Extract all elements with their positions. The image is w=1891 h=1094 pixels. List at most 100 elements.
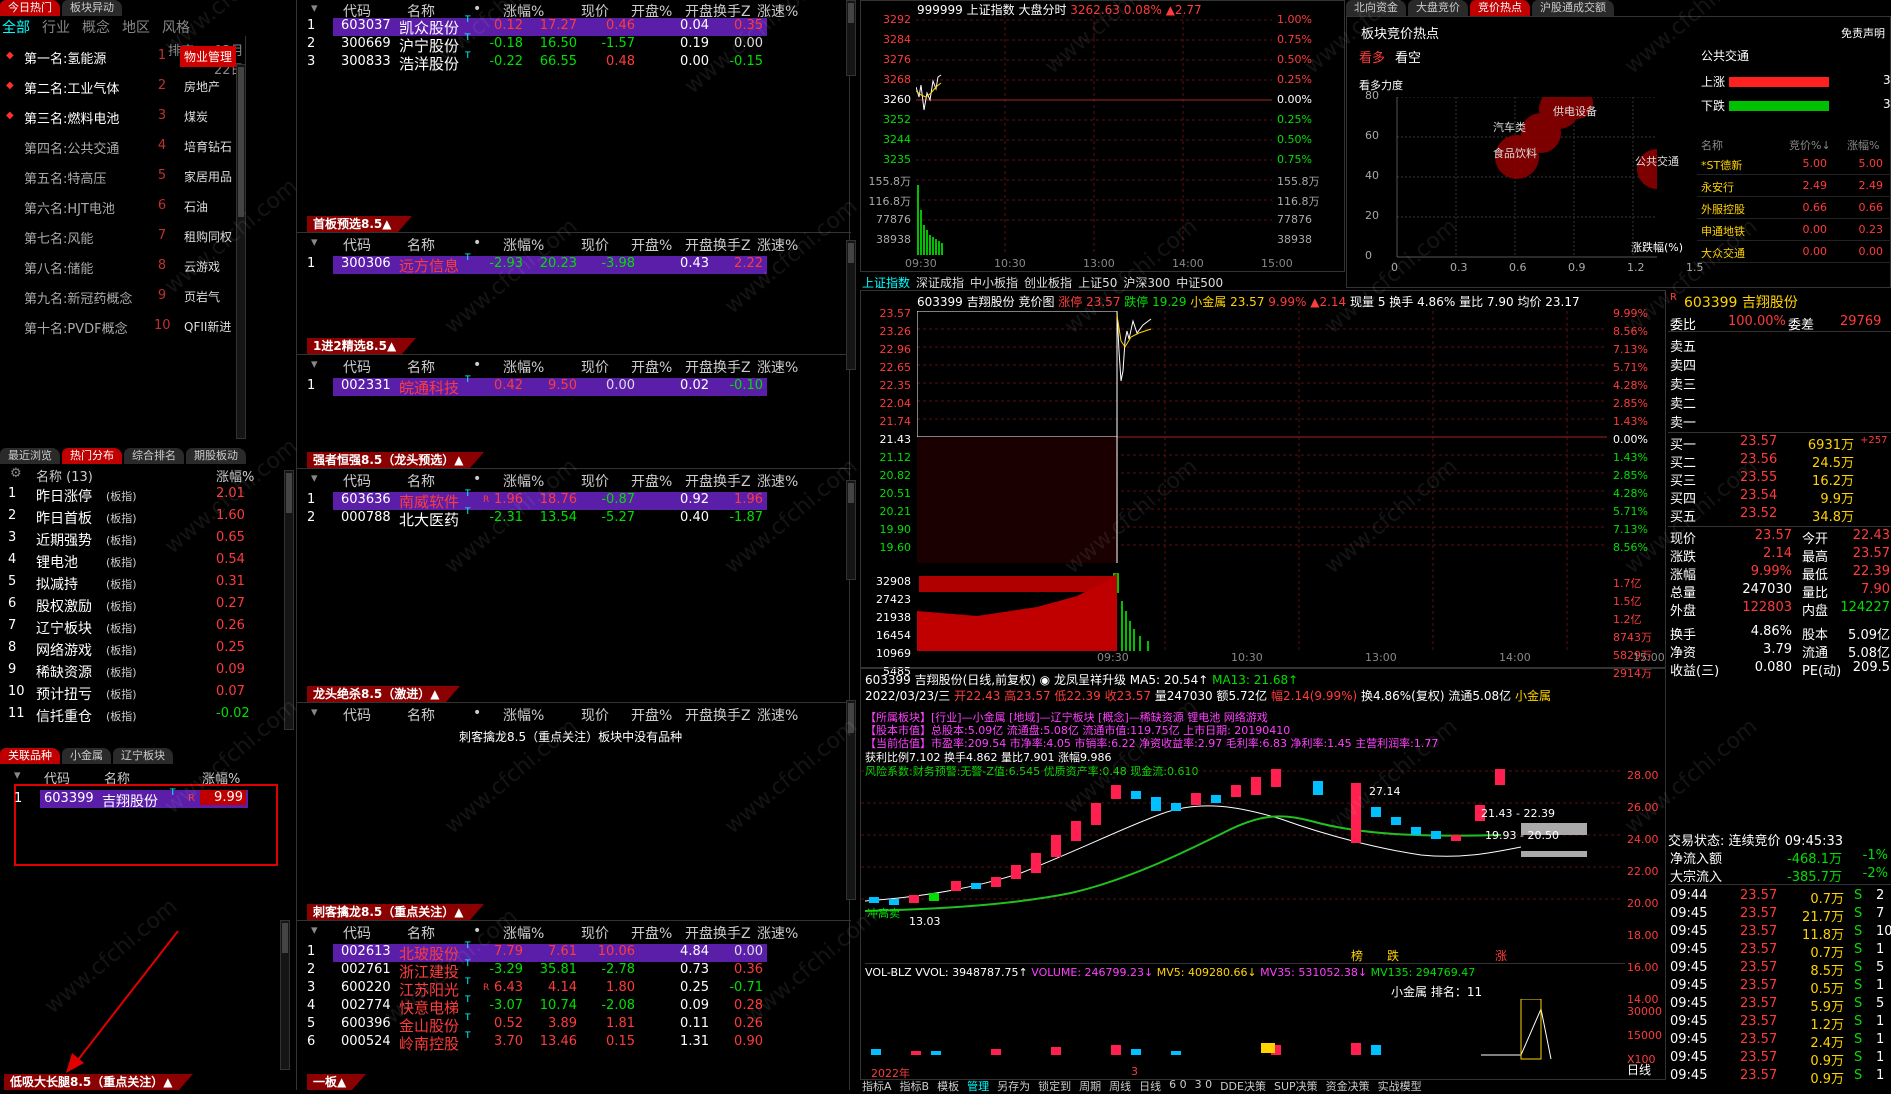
col-head[interactable]: •: [473, 357, 481, 373]
col-head[interactable]: •: [473, 235, 481, 251]
hot-item[interactable]: 第五名:特高压 5 家居用品: [0, 164, 236, 190]
vol-indicator[interactable]: VOL-BLZ: [865, 966, 912, 979]
col-head[interactable]: 名称: [407, 357, 435, 377]
table-row[interactable]: 2 000788 北大医药 T -2.31 13.54 -5.27 0.40 -1.87: [307, 507, 767, 529]
col-head[interactable]: 现价: [581, 923, 609, 943]
table-row[interactable]: 3 600220 江苏阳光 T R 6.43 4.14 1.80 0.25 -0.71: [307, 977, 767, 999]
tab-market-bid[interactable]: 大盘竞价: [1408, 0, 1468, 16]
col-head[interactable]: 开盘%: [631, 923, 672, 943]
col-head[interactable]: 涨幅%: [503, 923, 544, 943]
tab-sh-index[interactable]: 上证指数: [862, 274, 910, 291]
col-head[interactable]: 开盘换手Z: [685, 235, 751, 255]
tab-sz50[interactable]: 上证50: [1078, 274, 1117, 291]
chevron-down-icon[interactable]: ▾: [311, 235, 318, 250]
section-first-limit[interactable]: 一板▲: [307, 1074, 367, 1090]
hot-dist-row[interactable]: 10 预计扭亏 (板指) 0.07: [0, 684, 280, 704]
table-row[interactable]: 4 002774 快意电梯 T -3.07 10.74 -2.08 0.09 0.28: [307, 995, 767, 1017]
pool5-scrollbar[interactable]: [280, 920, 290, 1070]
toolbar-button[interactable]: SUP决策: [1274, 1078, 1318, 1094]
cat-industry[interactable]: 行业: [42, 17, 70, 37]
hotdist-scrollbar[interactable]: [284, 470, 294, 730]
col-head[interactable]: 名称: [407, 923, 435, 943]
toolbar-button[interactable]: DDE决策: [1220, 1078, 1266, 1094]
col-head[interactable]: 涨幅%: [503, 705, 544, 725]
col-head[interactable]: 名称: [407, 705, 435, 725]
tab-hs300[interactable]: 沪深300: [1123, 274, 1170, 291]
table-row[interactable]: 1 002331 皖通科技 T 0.42 9.50 0.00 0.02 -0.10: [307, 375, 767, 397]
hot-dist-row[interactable]: 5 拟减持 (板指) 0.31: [0, 574, 280, 594]
tab-sector-move[interactable]: 板块异动: [62, 0, 122, 16]
hot-dist-row[interactable]: 8 网络游戏 (板指) 0.25: [0, 640, 280, 660]
tab-liaoning[interactable]: 辽宁板块: [113, 748, 173, 764]
toolbar-button[interactable]: 锁定到: [1038, 1078, 1071, 1094]
table-row[interactable]: 2 002761 浙江建投 T -3.29 35.81 -2.78 0.73 0.36: [307, 959, 767, 981]
table-row[interactable]: 2 300669 沪宁股份 T -0.18 16.50 -1.57 0.19 0.00: [307, 33, 767, 55]
chevron-down-icon[interactable]: ▾: [14, 768, 21, 783]
chevron-down-icon[interactable]: ▾: [311, 923, 318, 938]
kline-indicator[interactable]: 龙凤呈祥升级: [1054, 673, 1126, 687]
chevron-down-icon[interactable]: ▾: [311, 471, 318, 486]
toolbar-button[interactable]: 周线: [1109, 1078, 1131, 1094]
bubble-auto[interactable]: 汽车类: [1493, 119, 1526, 135]
hot-dist-row[interactable]: 7 辽宁板块 (板指) 0.26: [0, 618, 280, 638]
col-head[interactable]: 代码: [343, 705, 371, 725]
sector-stock-row[interactable]: *ST德新 5.00 5.00: [1697, 155, 1891, 175]
pool2-scrollbar[interactable]: [846, 240, 856, 370]
col-head[interactable]: 代码: [343, 357, 371, 377]
tab-bearish[interactable]: 看空: [1395, 47, 1421, 66]
bubble-food[interactable]: 食品饮料: [1493, 145, 1537, 161]
gear-icon[interactable]: ⚙: [10, 466, 22, 481]
cat-concept[interactable]: 概念: [82, 17, 110, 37]
tab-sz-index[interactable]: 深证成指: [916, 274, 964, 291]
section-first-board[interactable]: 首板预选8.5▲: [307, 216, 411, 232]
tab-gem-index[interactable]: 创业板指: [1024, 274, 1072, 291]
table-row[interactable]: 1 002613 北玻股份 T 7.79 7.61 10.06 4.84 0.00: [307, 941, 767, 963]
tab-composite[interactable]: 综合排名: [124, 448, 184, 464]
col-head[interactable]: 涨速%: [757, 705, 798, 725]
hot-item[interactable]: ◆ 第一名:氢能源 1 物业管理: [0, 44, 236, 70]
col-head[interactable]: 代码: [343, 235, 371, 255]
col-head[interactable]: 开盘换手Z: [685, 923, 751, 943]
toolbar-button[interactable]: 资金决策: [1326, 1078, 1370, 1094]
hot-item[interactable]: 第六名:HJT电池 6 石油: [0, 194, 236, 220]
col-head[interactable]: 开盘换手Z: [685, 471, 751, 491]
table-row[interactable]: 1 603037 凯众股份 T 0.12 17.27 0.46 0.04 0.35: [307, 15, 767, 37]
col-head[interactable]: 代码: [343, 923, 371, 943]
col-head[interactable]: 开盘%: [631, 471, 672, 491]
tab-today-hot[interactable]: 今日热门: [0, 0, 60, 16]
col-head[interactable]: •: [473, 923, 481, 939]
sector-stock-row[interactable]: 大众交通 0.00 0.00: [1697, 243, 1891, 263]
col-head[interactable]: 现价: [581, 705, 609, 725]
hot-dist-row[interactable]: 9 稀缺资源 (板指) 0.09: [0, 662, 280, 682]
hot-dist-row[interactable]: 6 股权激励 (板指) 0.27: [0, 596, 280, 616]
period-selector[interactable]: 日线: [1627, 1061, 1651, 1078]
col-head[interactable]: 现价: [581, 357, 609, 377]
table-row[interactable]: 6 000524 岭南控股 T 3.70 13.46 0.15 1.31 0.90: [307, 1031, 767, 1053]
toolbar-button[interactable]: 实战模型: [1378, 1078, 1422, 1094]
col-head[interactable]: •: [473, 705, 481, 721]
hot-item[interactable]: ◆ 第二名:工业气体 2 房地产: [0, 74, 236, 100]
sector-stock-row[interactable]: 外服控股 0.66 0.66: [1697, 199, 1891, 219]
related-row[interactable]: 1 603399 吉翔股份 T R 9.99: [14, 788, 248, 810]
col-head[interactable]: •: [473, 471, 481, 487]
hot-dist-row[interactable]: 4 锂电池 (板指) 0.54: [0, 552, 280, 572]
hot-dist-row[interactable]: 11 信托重仓 (板指) -0.02: [0, 706, 280, 726]
col-head[interactable]: 涨速%: [757, 235, 798, 255]
col-head[interactable]: 涨速%: [757, 471, 798, 491]
col-head[interactable]: 涨速%: [757, 357, 798, 377]
sector-stock-row[interactable]: 申通地铁 0.00 0.23: [1697, 221, 1891, 241]
cat-region[interactable]: 地区: [122, 17, 150, 37]
col-head[interactable]: 涨幅%: [503, 357, 544, 377]
disclaimer-link[interactable]: 免责声明: [1841, 25, 1885, 41]
tab-northbound[interactable]: 北向资金: [1346, 0, 1406, 16]
col-head[interactable]: 开盘%: [631, 235, 672, 255]
table-row[interactable]: 1 300306 远方信息 T -2.93 20.23 -3.98 0.43 2.22: [307, 253, 767, 275]
section-dragon-kill[interactable]: 龙头绝杀8.5（激进）▲: [307, 686, 459, 702]
toolbar-button[interactable]: 3 0: [1195, 1078, 1213, 1094]
hotlist-scrollbar[interactable]: [236, 64, 246, 439]
toolbar-button[interactable]: 指标A: [862, 1078, 892, 1094]
hot-item[interactable]: ◆ 第三名:燃料电池 3 煤炭: [0, 104, 236, 130]
toolbar-button[interactable]: 模板: [937, 1078, 959, 1094]
table-row[interactable]: 3 300833 浩洋股份 T -0.22 66.55 0.48 0.00 -0.15: [307, 51, 767, 73]
chevron-down-icon[interactable]: ▾: [311, 357, 318, 372]
